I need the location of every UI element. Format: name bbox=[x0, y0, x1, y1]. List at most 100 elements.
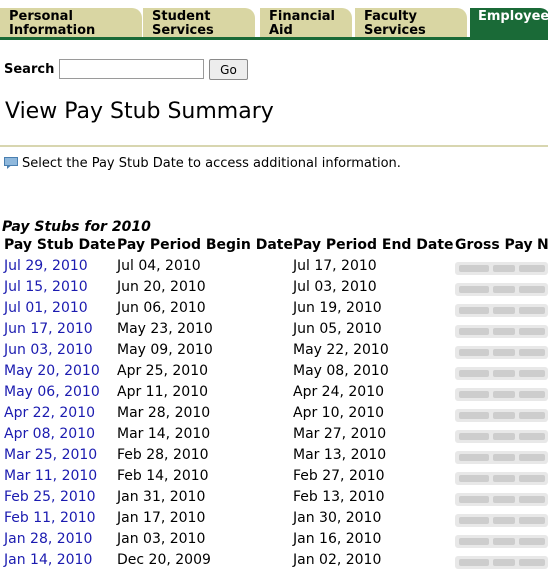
pay-stub-date-link[interactable]: Mar 25, 2010 bbox=[4, 447, 97, 463]
table-row: Apr 08, 2010 Mar 14, 2010 Mar 27, 2010 bbox=[0, 426, 548, 447]
period-end-date: Jan 30, 2010 bbox=[293, 510, 382, 526]
table-row: Jan 28, 2010 Jan 03, 2010 Jan 16, 2010 bbox=[0, 531, 548, 552]
table-row: Jul 01, 2010 Jun 06, 2010 Jun 19, 2010 bbox=[0, 300, 548, 321]
period-end-date: Jan 16, 2010 bbox=[293, 531, 382, 547]
period-begin-date: Jan 31, 2010 bbox=[117, 489, 206, 505]
period-end-date: May 22, 2010 bbox=[293, 342, 389, 358]
redacted-amount bbox=[455, 346, 548, 359]
redacted-amount bbox=[455, 514, 548, 527]
pay-stub-date-link[interactable]: Apr 08, 2010 bbox=[4, 426, 95, 442]
table-caption: Pay Stubs for 2010 bbox=[2, 219, 151, 235]
pay-stub-date-link[interactable]: Feb 25, 2010 bbox=[4, 489, 96, 505]
period-begin-date: Feb 28, 2010 bbox=[117, 447, 209, 463]
search-input[interactable] bbox=[59, 59, 204, 79]
redacted-amount bbox=[455, 283, 548, 296]
header-period-end: Pay Period End Date bbox=[293, 237, 454, 253]
tab-underline bbox=[0, 37, 548, 40]
pay-stub-date-link[interactable]: Jun 03, 2010 bbox=[4, 342, 93, 358]
redacted-amount bbox=[455, 304, 548, 317]
tab-label: Services bbox=[364, 23, 426, 38]
period-begin-date: Jan 17, 2010 bbox=[117, 510, 206, 526]
redacted-amount bbox=[455, 535, 548, 548]
table-row: Jan 14, 2010 Dec 20, 2009 Jan 02, 2010 bbox=[0, 552, 548, 573]
pay-stub-date-link[interactable]: May 06, 2010 bbox=[4, 384, 100, 400]
tab-label: Services bbox=[152, 23, 214, 38]
top-tab-bar: Personal Information Student Services Fi… bbox=[0, 0, 548, 40]
redacted-amount bbox=[455, 472, 548, 485]
info-text: Select the Pay Stub Date to access addit… bbox=[22, 156, 401, 171]
pay-stub-date-link[interactable]: Jul 01, 2010 bbox=[4, 300, 88, 316]
period-begin-date: Dec 20, 2009 bbox=[117, 552, 211, 568]
redacted-amount bbox=[455, 556, 548, 569]
pay-stub-date-link[interactable]: Mar 11, 2010 bbox=[4, 468, 97, 484]
redacted-amount bbox=[455, 388, 548, 401]
pay-stub-date-link[interactable]: Feb 11, 2010 bbox=[4, 510, 96, 526]
period-end-date: Mar 13, 2010 bbox=[293, 447, 387, 463]
tab-employee[interactable]: Employee bbox=[470, 8, 548, 38]
period-begin-date: Jul 04, 2010 bbox=[117, 258, 201, 274]
redacted-amount bbox=[455, 430, 548, 443]
tab-label: Information bbox=[9, 23, 96, 38]
pay-stub-date-link[interactable]: May 20, 2010 bbox=[4, 363, 100, 379]
table-row: May 06, 2010 Apr 11, 2010 Apr 24, 2010 bbox=[0, 384, 548, 405]
redacted-amount bbox=[455, 262, 548, 275]
table-row: Jun 03, 2010 May 09, 2010 May 22, 2010 bbox=[0, 342, 548, 363]
pay-stub-date-link[interactable]: Jul 15, 2010 bbox=[4, 279, 88, 295]
table-row: Apr 22, 2010 Mar 28, 2010 Apr 10, 2010 bbox=[0, 405, 548, 426]
table-row: Feb 25, 2010 Jan 31, 2010 Feb 13, 2010 bbox=[0, 489, 548, 510]
header-gross-pay: Gross Pay bbox=[455, 237, 533, 253]
pay-stub-date-link[interactable]: Jul 29, 2010 bbox=[4, 258, 88, 274]
period-begin-date: Feb 14, 2010 bbox=[117, 468, 209, 484]
table-row: Jul 29, 2010 Jul 04, 2010 Jul 17, 2010 bbox=[0, 258, 548, 279]
redacted-amount bbox=[455, 409, 548, 422]
table-row: Mar 11, 2010 Feb 14, 2010 Feb 27, 2010 bbox=[0, 468, 548, 489]
period-begin-date: Apr 25, 2010 bbox=[117, 363, 209, 379]
table-row: Mar 25, 2010 Feb 28, 2010 Mar 13, 2010 bbox=[0, 447, 548, 468]
table-row: Feb 11, 2010 Jan 17, 2010 Jan 30, 2010 bbox=[0, 510, 548, 531]
title-divider bbox=[0, 145, 548, 147]
tab-label: Aid bbox=[269, 23, 293, 38]
tab-label: Financial bbox=[269, 9, 336, 24]
period-end-date: Feb 13, 2010 bbox=[293, 489, 385, 505]
tab-label: Employee bbox=[478, 9, 548, 24]
period-end-date: Jan 02, 2010 bbox=[293, 552, 382, 568]
period-begin-date: May 23, 2010 bbox=[117, 321, 213, 337]
table-row: Jun 17, 2010 May 23, 2010 Jun 05, 2010 bbox=[0, 321, 548, 342]
pay-stub-date-link[interactable]: Apr 22, 2010 bbox=[4, 405, 95, 421]
page-title: View Pay Stub Summary bbox=[5, 99, 274, 124]
tab-financial-aid[interactable]: Financial Aid bbox=[260, 8, 352, 38]
table-row: May 20, 2010 Apr 25, 2010 May 08, 2010 bbox=[0, 363, 548, 384]
period-begin-date: Mar 28, 2010 bbox=[117, 405, 211, 421]
tab-faculty-services[interactable]: Faculty Services bbox=[355, 8, 467, 38]
period-begin-date: May 09, 2010 bbox=[117, 342, 213, 358]
period-begin-date: Jan 03, 2010 bbox=[117, 531, 206, 547]
redacted-amount bbox=[455, 493, 548, 506]
pay-stub-date-link[interactable]: Jan 14, 2010 bbox=[4, 552, 92, 568]
tab-label: Personal bbox=[9, 9, 73, 24]
pay-stub-date-link[interactable]: Jun 17, 2010 bbox=[4, 321, 93, 337]
table-row: Jul 15, 2010 Jun 20, 2010 Jul 03, 2010 bbox=[0, 279, 548, 300]
tab-label: Student bbox=[152, 9, 211, 24]
header-period-begin: Pay Period Begin Date bbox=[117, 237, 293, 253]
period-end-date: Jul 03, 2010 bbox=[293, 279, 377, 295]
redacted-amount bbox=[455, 451, 548, 464]
info-comment-icon bbox=[4, 157, 18, 169]
period-begin-date: Apr 11, 2010 bbox=[117, 384, 209, 400]
redacted-amount bbox=[455, 367, 548, 380]
tab-student-services[interactable]: Student Services bbox=[143, 8, 255, 38]
period-begin-date: Jun 06, 2010 bbox=[117, 300, 206, 316]
period-end-date: Feb 27, 2010 bbox=[293, 468, 385, 484]
header-pay-stub-date: Pay Stub Date bbox=[4, 237, 116, 253]
redacted-amount bbox=[455, 325, 548, 338]
period-end-date: Jul 17, 2010 bbox=[293, 258, 377, 274]
period-end-date: Jun 19, 2010 bbox=[293, 300, 382, 316]
period-end-date: Jun 05, 2010 bbox=[293, 321, 382, 337]
period-end-date: Apr 10, 2010 bbox=[293, 405, 385, 421]
period-end-date: May 08, 2010 bbox=[293, 363, 389, 379]
period-begin-date: Mar 14, 2010 bbox=[117, 426, 211, 442]
header-net-pay: Ne bbox=[537, 237, 548, 253]
go-button[interactable]: Go bbox=[209, 59, 248, 80]
tab-personal-information[interactable]: Personal Information bbox=[0, 8, 142, 38]
period-end-date: Apr 24, 2010 bbox=[293, 384, 385, 400]
pay-stub-date-link[interactable]: Jan 28, 2010 bbox=[4, 531, 92, 547]
